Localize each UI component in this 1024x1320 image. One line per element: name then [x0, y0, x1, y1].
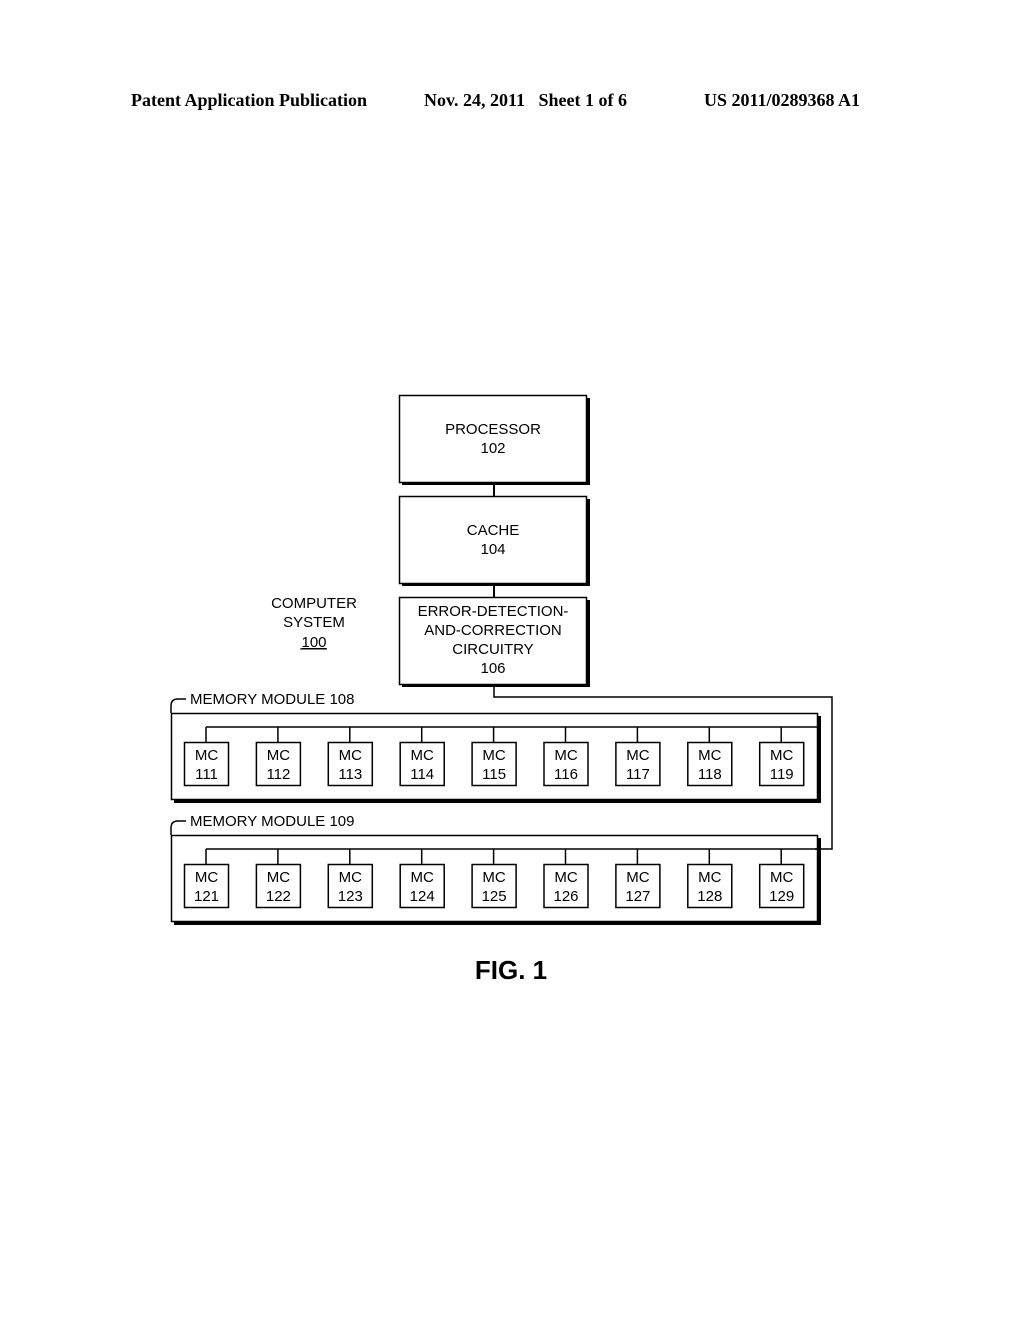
cache-block: CACHE 104 — [398, 495, 590, 586]
processor-number: 102 — [480, 440, 505, 457]
chip-number: 119 — [770, 766, 794, 783]
chip-prefix: MC — [482, 747, 505, 764]
chip-number: 116 — [554, 766, 578, 783]
system-number: 100 — [301, 634, 326, 651]
memory-module: MEMORY MODULE 109 MC 121 MC 122 MC 123 MC 124 MC 1… — [170, 813, 821, 925]
chip-prefix: MC — [770, 869, 793, 886]
chip-number: 117 — [626, 766, 650, 783]
chip-prefix: MC — [267, 747, 290, 764]
cache-number: 104 — [480, 541, 505, 558]
chip-prefix: MC — [698, 869, 721, 886]
ecc-block: ERROR-DETECTION- AND-CORRECTION CIRCUITR… — [398, 596, 590, 687]
system-label-line-1: COMPUTER — [271, 595, 357, 612]
chip-prefix: MC — [339, 747, 362, 764]
chip-prefix: MC — [554, 869, 577, 886]
chip-number: 118 — [698, 766, 722, 783]
chip-number: 113 — [338, 766, 362, 783]
chip-prefix: MC — [339, 869, 362, 886]
chip-number: 112 — [266, 766, 290, 783]
chip-number: 126 — [553, 888, 578, 905]
module-label: MEMORY MODULE 108 — [190, 691, 355, 708]
ecc-number: 106 — [480, 660, 505, 677]
ecc-label-line-1: ERROR-DETECTION- — [418, 603, 569, 620]
chip-number: 122 — [266, 888, 291, 905]
system-diagram: COMPUTER SYSTEM 100 PROCESSOR 102 CACHE … — [170, 394, 833, 985]
chip-number: 121 — [194, 888, 219, 905]
ecc-label-line-3: CIRCUITRY — [452, 641, 533, 658]
processor-label: PROCESSOR — [445, 421, 541, 438]
module-label: MEMORY MODULE 109 — [190, 813, 355, 830]
chip-prefix: MC — [195, 747, 218, 764]
system-label-line-2: SYSTEM — [283, 614, 345, 631]
module-label-bracket — [170, 698, 186, 713]
cache-label: CACHE — [467, 522, 520, 539]
processor-block: PROCESSOR 102 — [398, 394, 590, 485]
chip-number: 124 — [410, 888, 435, 905]
chip-prefix: MC — [770, 747, 793, 764]
chip-number: 125 — [482, 888, 507, 905]
chip-prefix: MC — [698, 747, 721, 764]
chip-prefix: MC — [626, 747, 649, 764]
chip-prefix: MC — [626, 869, 649, 886]
chip-prefix: MC — [195, 869, 218, 886]
figure-label: FIG. 1 — [475, 955, 547, 985]
memory-module: MEMORY MODULE 108 MC 111 MC 112 MC 113 MC 114 MC 1… — [170, 691, 821, 803]
ecc-label-line-2: AND-CORRECTION — [424, 622, 562, 639]
chip-prefix: MC — [554, 747, 577, 764]
chip-number: 127 — [625, 888, 650, 905]
module-label-bracket — [170, 820, 186, 835]
chip-number: 128 — [697, 888, 722, 905]
chip-number: 129 — [769, 888, 794, 905]
chip-number: 115 — [482, 766, 506, 783]
chip-number: 111 — [195, 766, 218, 783]
memory-modules: MEMORY MODULE 108 MC 111 MC 112 MC 113 MC 114 MC 1… — [170, 691, 821, 925]
chip-prefix: MC — [411, 869, 434, 886]
chip-number: 114 — [410, 766, 434, 783]
chip-prefix: MC — [482, 869, 505, 886]
chip-prefix: MC — [267, 869, 290, 886]
chip-prefix: MC — [411, 747, 434, 764]
chip-number: 123 — [338, 888, 363, 905]
